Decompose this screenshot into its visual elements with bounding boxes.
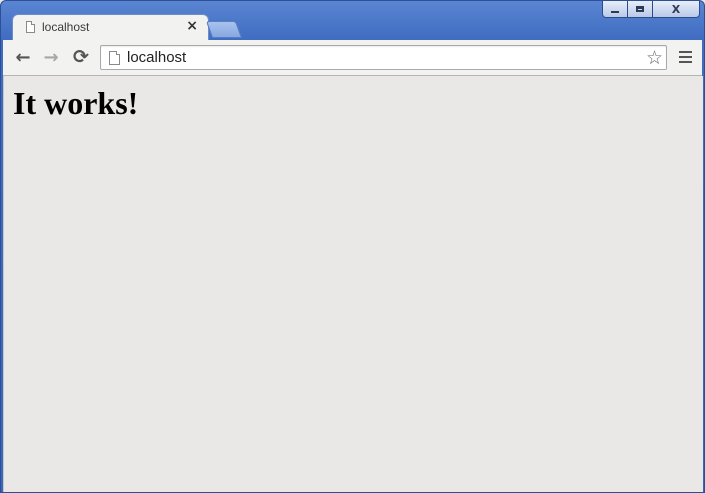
menu-icon[interactable]: [679, 51, 692, 66]
tab-title: localhost: [42, 20, 90, 34]
reload-icon[interactable]: ⟳: [72, 46, 90, 68]
maximize-button[interactable]: [628, 1, 653, 18]
browser-window: X localhost × ← → ⟳ localhost ☆ It works…: [0, 0, 705, 493]
new-tab-button[interactable]: [205, 21, 243, 38]
tab-localhost[interactable]: localhost ×: [13, 15, 208, 41]
minimize-icon: [611, 11, 619, 13]
address-text[interactable]: localhost: [127, 49, 186, 66]
tab-close-icon[interactable]: ×: [186, 18, 198, 34]
address-bar[interactable]: localhost ☆: [100, 45, 667, 70]
close-window-button[interactable]: X: [653, 1, 700, 18]
page-info-icon[interactable]: [109, 51, 120, 65]
back-arrow-icon[interactable]: ←: [14, 47, 32, 68]
page-favicon-icon: [26, 21, 35, 33]
minimize-button[interactable]: [602, 1, 628, 18]
browser-toolbar: ← → ⟳ localhost ☆: [3, 40, 702, 76]
bookmark-star-icon[interactable]: ☆: [646, 47, 663, 69]
page-heading: It works!: [13, 85, 139, 121]
maximize-icon: [636, 6, 644, 12]
page-content: It works!: [3, 76, 703, 492]
forward-arrow-icon[interactable]: →: [42, 47, 60, 68]
window-controls: X: [602, 1, 700, 18]
close-icon: X: [671, 2, 681, 16]
